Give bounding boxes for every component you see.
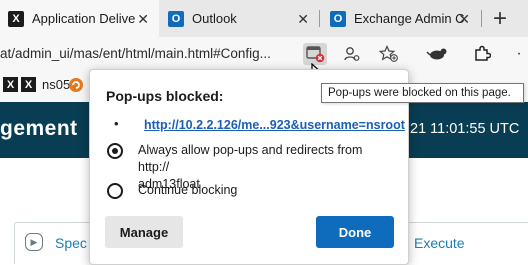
tab-exchange-admin[interactable]: O Exchange Admin C ✕ (320, 0, 480, 37)
page-title: gement (0, 117, 78, 140)
outlook-icon: O (330, 10, 346, 27)
close-tab-icon[interactable]: ✕ (458, 11, 470, 28)
radio-always-allow[interactable] (107, 143, 123, 159)
more-menu-button[interactable]: · (510, 43, 528, 65)
new-tab-button[interactable]: + (486, 5, 514, 33)
more-icon: · (516, 45, 522, 62)
tab-title: Outlook (192, 11, 237, 26)
page-datetime: 21 11:01:55 UTC (410, 121, 520, 137)
popup-title: Pop-ups blocked: (106, 88, 224, 104)
tab-outlook[interactable]: O Outlook ✕ (160, 0, 319, 37)
tab-separator (481, 10, 482, 27)
netscaler-x-icon: X (21, 77, 36, 92)
tab-strip: X Application Delive ✕ O Outlook ✕ O Exc… (0, 0, 528, 37)
bullet-icon: • (114, 116, 119, 131)
netscaler-x-icon: X (3, 77, 18, 92)
netscaler-x-icon: X (8, 10, 24, 27)
play-circle-icon: ▶ (25, 233, 43, 251)
popup-blocked-icon (306, 46, 325, 63)
extensions-button[interactable] (470, 43, 494, 65)
popup-blocked-tooltip: Pop-ups were blocked on this page. (321, 83, 524, 103)
bookmark-label: ns05 (42, 77, 71, 92)
outlook-icon: O (168, 10, 184, 27)
tab-application-delivery[interactable]: X Application Delive ✕ (0, 0, 159, 37)
radio-continue-blocking[interactable] (107, 183, 123, 199)
add-favorite-button[interactable] (377, 43, 401, 65)
tab-title: Exchange Admin C (354, 11, 465, 26)
page-right-link[interactable]: Execute (414, 235, 465, 251)
close-tab-icon[interactable]: ✕ (137, 11, 149, 28)
address-bar-row: at/admin_ui/mas/ent/html/main.html#Confi… (0, 37, 528, 83)
bookmark-ns05[interactable]: X ns05 (21, 77, 70, 92)
swirl-icon (69, 78, 83, 92)
radio-continue-blocking-label[interactable]: Continue blocking (138, 182, 237, 199)
person-settings-icon (344, 47, 360, 61)
star-add-icon (379, 45, 398, 62)
page-left-link[interactable]: Spec (55, 235, 87, 251)
manage-button[interactable]: Manage (105, 216, 183, 248)
extension-animal-icon (426, 48, 447, 60)
puzzle-icon (475, 45, 491, 61)
tab-title: Application Delive (32, 11, 136, 26)
popup-blocked-button[interactable] (303, 43, 327, 65)
read-aloud-button[interactable] (340, 43, 364, 65)
blocked-popup-link[interactable]: http://10.2.2.126/me...923&username=nsro… (144, 118, 405, 132)
close-tab-icon[interactable]: ✕ (297, 11, 309, 28)
bookmark-swirl[interactable] (68, 77, 84, 93)
extension-button[interactable] (425, 43, 449, 65)
done-button[interactable]: Done (316, 216, 394, 248)
address-bar-input[interactable]: at/admin_ui/mas/ent/html/main.html#Confi… (0, 46, 271, 61)
page-right-card[interactable]: Execute (398, 222, 528, 264)
page-left-card[interactable]: ▶ Spec (14, 222, 96, 264)
bookmark-x[interactable]: X (3, 77, 18, 92)
